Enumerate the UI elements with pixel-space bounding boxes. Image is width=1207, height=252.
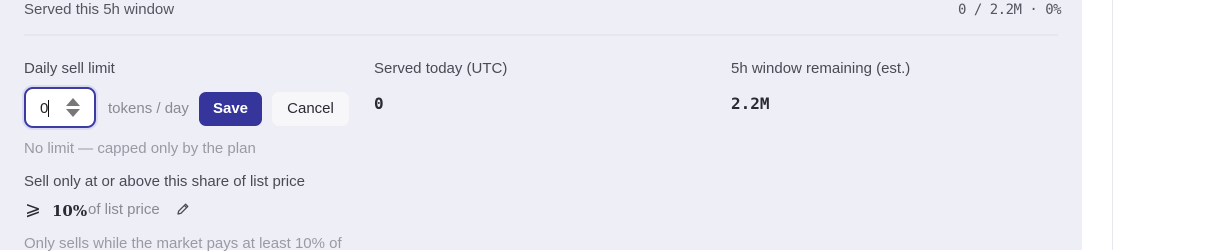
served-today-label: Served today (UTC) <box>374 60 508 77</box>
share-value: 10% <box>52 202 88 220</box>
pencil-icon[interactable] <box>176 202 190 216</box>
served-window-stats: 0 / 2.2M · 0% <box>958 2 1062 18</box>
stepper-down-icon[interactable] <box>66 109 80 117</box>
pane-divider <box>1112 0 1113 250</box>
text-caret <box>48 100 49 117</box>
daily-limit-label: Daily sell limit <box>24 60 115 77</box>
share-suffix: of list price <box>88 201 160 218</box>
seller-settings-panel: Served this 5h window 0 / 2.2M · 0% Dail… <box>0 0 1082 252</box>
geq-symbol: ⩾ <box>25 199 41 220</box>
section-divider <box>24 34 1058 36</box>
window-remaining-label: 5h window remaining (est.) <box>731 60 911 77</box>
cancel-button[interactable]: Cancel <box>272 92 349 126</box>
share-label: Sell only at or above this share of list… <box>24 173 305 190</box>
served-today-value: 0 <box>374 94 384 113</box>
window-remaining-value: 2.2M <box>731 94 770 113</box>
stepper-up-icon[interactable] <box>66 98 80 106</box>
limit-hint: No limit — capped only by the plan <box>24 140 256 157</box>
save-button[interactable]: Save <box>199 92 262 126</box>
limit-unit: tokens / day <box>108 100 189 117</box>
share-note: Only sells while the market pays at leas… <box>24 235 342 252</box>
served-window-label: Served this 5h window <box>24 1 175 18</box>
stepper-arrows-icon[interactable] <box>66 98 80 118</box>
daily-limit-input[interactable]: 0 <box>24 87 96 128</box>
